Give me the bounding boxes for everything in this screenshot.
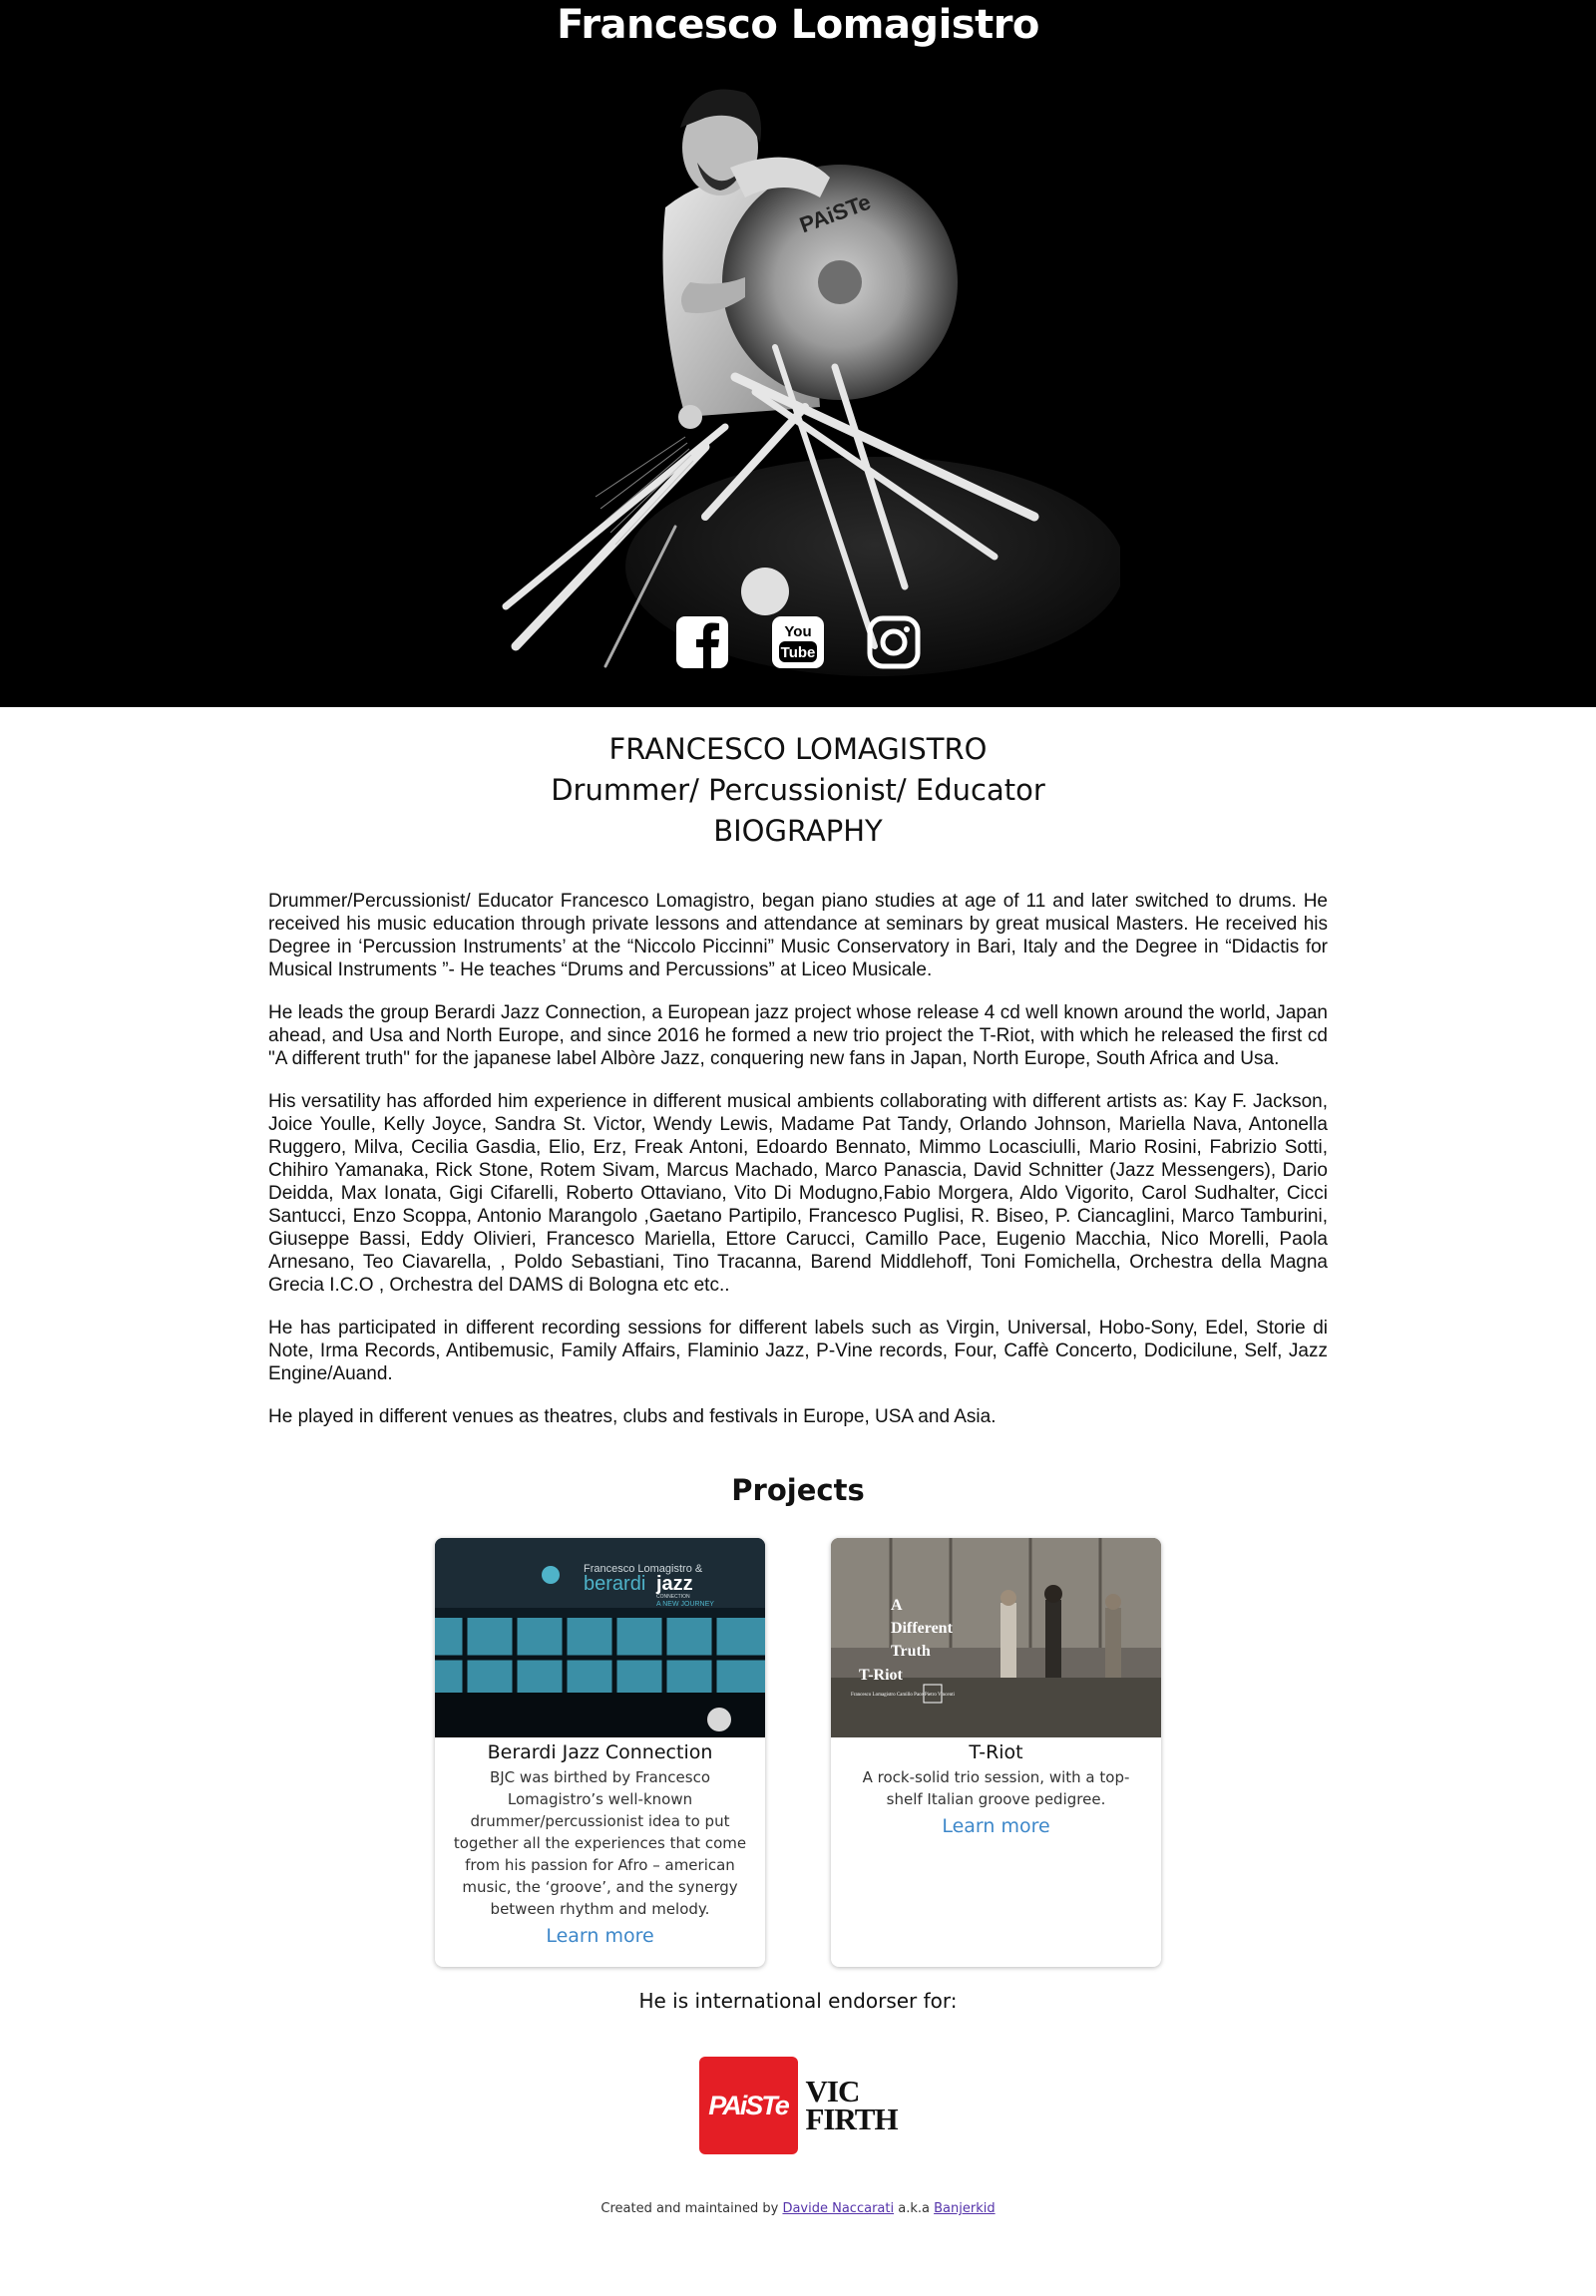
footer-prefix: Created and maintained by <box>600 2201 779 2216</box>
paiste-logo[interactable]: PAiSTe <box>698 2057 798 2154</box>
artist-role-heading: Drummer/ Percussionist/ Educator <box>551 773 1045 807</box>
site-title: Francesco Lomagistro <box>557 2 1039 48</box>
biography-heading: BIOGRAPHY <box>713 814 883 848</box>
berardi-cover-line4: A NEW JOURNEY <box>656 1601 714 1608</box>
triot-cover-line4: T-Riot <box>859 1667 904 1684</box>
bio-header: FRANCESCO LOMAGISTRO Drummer/ Percussion… <box>0 707 1596 852</box>
youtube-icon[interactable]: You Tube <box>769 613 827 671</box>
facebook-icon[interactable] <box>673 613 731 671</box>
bio-paragraph: He has participated in different recordi… <box>268 1318 1328 1384</box>
biography-text: Drummer/Percussionist/ Educator Francesc… <box>268 890 1328 1428</box>
project-title: Berardi Jazz Connection <box>487 1741 713 1763</box>
endorser-heading: He is international endorser for: <box>638 1989 958 2013</box>
vic-firth-line2: FIRTH <box>805 2102 899 2136</box>
bio-paragraph: He played in different venues as theatre… <box>268 1406 997 1427</box>
bio-paragraph: Drummer/Percussionist/ Educator Francesc… <box>268 891 1328 980</box>
endorser-logos: PAiSTe VIC FIRTH <box>0 2057 1596 2154</box>
bio-paragraph: His versatility has afforded him experie… <box>268 1091 1328 1296</box>
vic-firth-logo[interactable]: VIC FIRTH <box>805 2057 899 2154</box>
triot-cover-line1: A <box>891 1597 903 1614</box>
artist-name-heading: FRANCESCO LOMAGISTRO <box>608 732 988 766</box>
triot-album-cover: A Different Truth T-Riot Francesco Lomag… <box>831 1538 1161 1737</box>
projects-heading: Projects <box>731 1473 865 1507</box>
learn-more-link-berardi[interactable]: Learn more <box>546 1923 653 1949</box>
projects-list: Francesco Lomagistro & berardi jazz CONN… <box>0 1538 1596 1967</box>
project-card-berardi: Francesco Lomagistro & berardi jazz CONN… <box>435 1538 765 1967</box>
footer-author-link[interactable]: Davide Naccarati <box>782 2201 894 2216</box>
youtube-glyph-top: You <box>784 623 811 640</box>
site-footer: Created and maintained by Davide Naccara… <box>0 2200 1596 2248</box>
berardi-album-cover: Francesco Lomagistro & berardi jazz CONN… <box>435 1538 765 1737</box>
triot-cover-line3: Truth <box>891 1643 931 1660</box>
drummer-portrait-photo: PAiSTe <box>476 48 1120 707</box>
project-title: T-Riot <box>969 1741 1023 1763</box>
hero-banner: Francesco Lomagistro PAiSTe You Tube <box>0 0 1596 707</box>
footer-alias-link[interactable]: Banjerkid <box>934 2201 995 2216</box>
berardi-cover-line2a: berardi <box>584 1573 645 1595</box>
paiste-logo-text: PAiSTe <box>708 2090 790 2120</box>
berardi-cover-line2b: jazz <box>655 1573 693 1595</box>
triot-cover-line2: Different <box>891 1620 954 1637</box>
instagram-icon[interactable] <box>865 613 923 671</box>
project-description: A rock-solid trio session, with a top-sh… <box>862 1768 1130 1808</box>
berardi-cover-line3: CONNECTION <box>656 1594 690 1600</box>
bio-paragraph: He leads the group Berardi Jazz Connecti… <box>268 1002 1328 1069</box>
footer-middle: a.k.a <box>898 2201 930 2216</box>
youtube-glyph-bottom: Tube <box>781 644 816 661</box>
project-card-triot: A Different Truth T-Riot Francesco Lomag… <box>831 1538 1161 1967</box>
triot-cover-credits: Francesco Lomagistro Camillo Pace Pietro… <box>851 1693 956 1698</box>
project-description: BJC was birthed by Francesco Lomagistro’… <box>453 1768 747 1918</box>
social-links: You Tube <box>0 613 1596 671</box>
learn-more-link-triot[interactable]: Learn more <box>942 1813 1049 1839</box>
